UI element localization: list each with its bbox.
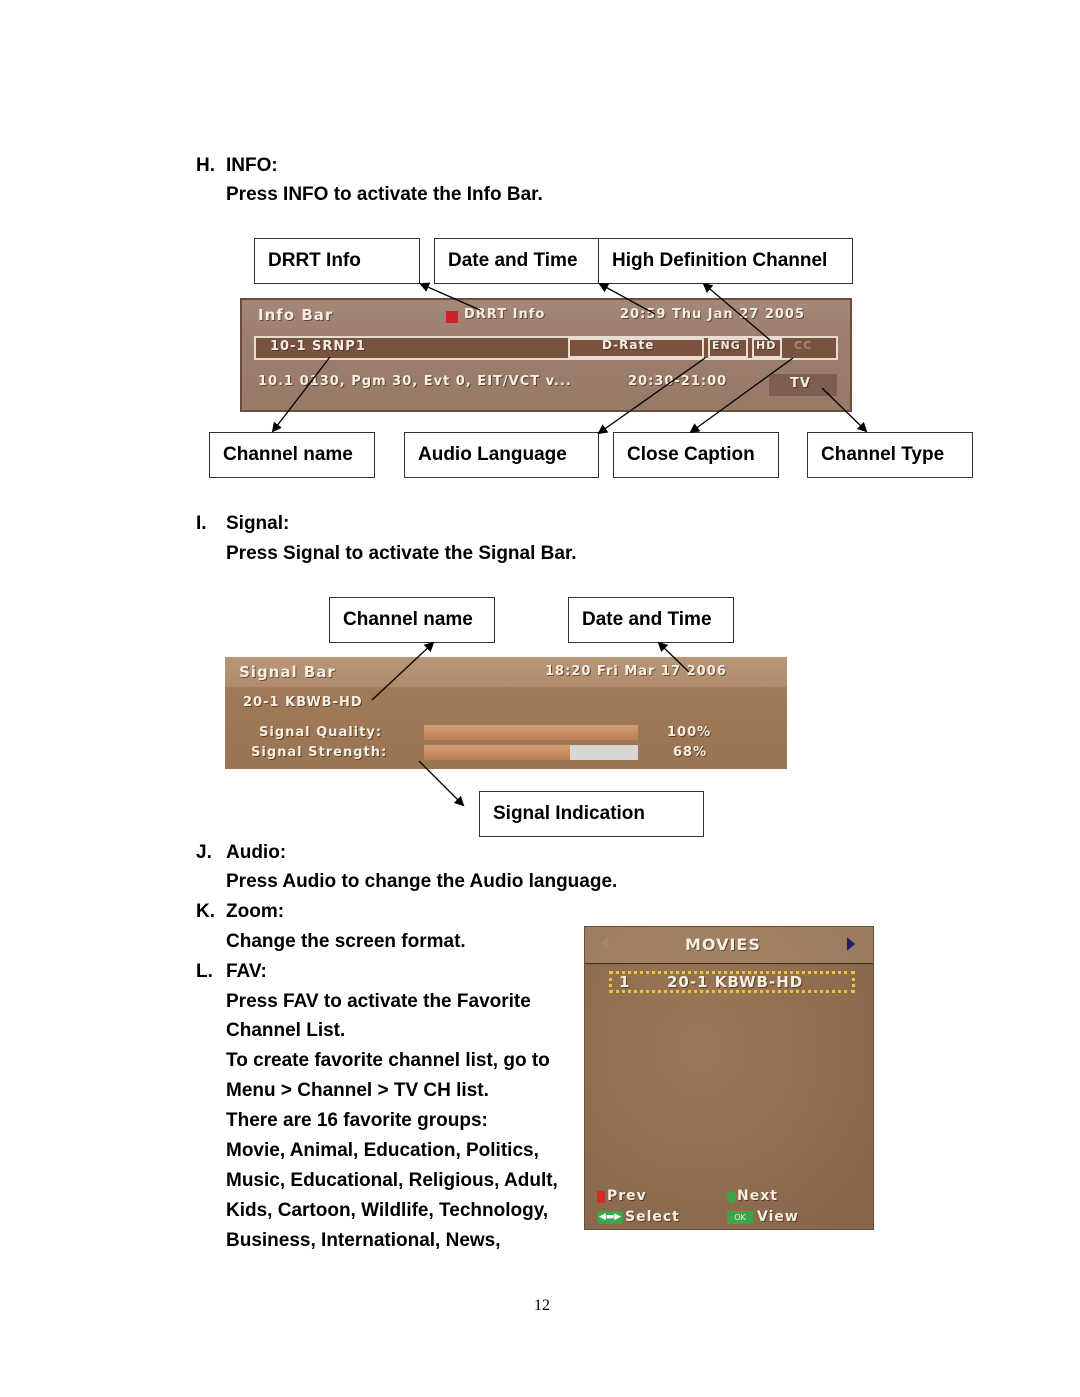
red-key-icon [597, 1191, 605, 1203]
fav-line: Menu > Channel > TV CH list. [226, 1080, 489, 1101]
signal-strength-label: Signal Strength: [251, 745, 388, 760]
fav-item-index: 1 [619, 973, 631, 991]
info-datetime: 20:59 Thu Jan 27 2005 [620, 307, 805, 322]
fav-line: To create favorite channel list, go to [226, 1050, 550, 1071]
section-h-letter: H. [196, 155, 215, 176]
fav-group-title: MOVIES [685, 935, 761, 954]
info-time-range: 20:30-21:00 [628, 374, 728, 389]
right-arrow-icon[interactable] [847, 937, 855, 951]
fav-line: Movie, Animal, Education, Politics, [226, 1140, 539, 1161]
callout-close-caption: Close Caption [613, 432, 779, 478]
fav-next[interactable]: Next [737, 1188, 778, 1204]
navigate-key-icon: ◀▬▶ [597, 1211, 623, 1224]
info-cc: CC [794, 339, 813, 352]
info-audio-language: ENG [712, 339, 741, 352]
fav-line: Music, Educational, Religious, Adult, [226, 1170, 558, 1191]
section-j-instruction: Press Audio to change the Audio language… [226, 871, 618, 892]
callout-channel-name: Channel name [209, 432, 375, 478]
page-number: 12 [534, 1297, 550, 1314]
callout-signal-date-time: Date and Time [568, 597, 734, 643]
callout-audio-language: Audio Language [404, 432, 599, 478]
callout-label: Channel Type [821, 444, 945, 465]
signal-strength-bar [424, 745, 638, 760]
callout-label: Channel name [223, 444, 353, 465]
ok-key-icon: OK [727, 1211, 753, 1224]
info-bar-title: Info Bar [258, 306, 334, 324]
fav-line: Kids, Cartoon, Wildlife, Technology, [226, 1200, 549, 1221]
fav-line: Channel List. [226, 1020, 346, 1041]
callout-drrt-info: DRRT Info [254, 238, 420, 284]
signal-datetime: 18:20 Fri Mar 17 2006 [545, 664, 727, 679]
left-arrow-icon[interactable] [601, 937, 608, 949]
callout-label: High Definition Channel [612, 250, 828, 271]
callout-label: Signal Indication [493, 803, 646, 824]
signal-quality-bar [424, 725, 638, 740]
signal-bar-title: Signal Bar [239, 663, 336, 681]
fav-line: Press FAV to activate the Favorite [226, 991, 531, 1012]
section-i-letter: I. [196, 513, 207, 534]
callout-signal-indication: Signal Indication [479, 791, 704, 837]
fav-panel: MOVIES 1 20-1 KBWB-HD Prev Next ◀▬▶ Sele… [584, 926, 874, 1230]
section-j-heading: Audio: [226, 842, 287, 863]
callout-label: Channel name [343, 609, 473, 630]
green-key-icon [727, 1191, 736, 1203]
section-i-heading: Signal: [226, 513, 290, 534]
section-j-letter: J. [196, 842, 212, 863]
callout-signal-channel-name: Channel name [329, 597, 495, 643]
signal-strength-fill [424, 745, 570, 760]
signal-channel-name: 20-1 KBWB-HD [243, 695, 363, 710]
section-i-instruction: Press Signal to activate the Signal Bar. [226, 543, 577, 564]
fav-item-channel: 20-1 KBWB-HD [667, 973, 804, 991]
section-k-letter: K. [196, 901, 215, 922]
info-bar-panel: Info Bar DRRT Info 20:59 Thu Jan 27 2005… [240, 298, 852, 412]
section-k-instruction: Change the screen format. [226, 931, 466, 952]
section-k-heading: Zoom: [226, 901, 285, 922]
section-h-heading: INFO: [226, 155, 278, 176]
fav-select[interactable]: Select [625, 1209, 680, 1225]
callout-label: Date and Time [582, 609, 712, 630]
info-hd: HD [756, 339, 777, 352]
signal-quality-fill [424, 725, 638, 740]
section-h-instruction: Press INFO to activate the Info Bar. [226, 184, 543, 205]
drrt-marker-icon [446, 311, 458, 323]
signal-quality-label: Signal Quality: [259, 725, 383, 740]
callout-date-time: Date and Time [434, 238, 600, 284]
drrt-label: DRRT Info [464, 307, 546, 322]
callout-label: Audio Language [418, 444, 567, 465]
signal-strength-value: 68% [673, 745, 708, 760]
signal-bar-panel: Signal Bar 18:20 Fri Mar 17 2006 20-1 KB… [225, 657, 787, 769]
section-l-heading: FAV: [226, 961, 267, 982]
info-channel-name: 10-1 SRNP1 [270, 339, 366, 354]
fav-prev[interactable]: Prev [607, 1188, 647, 1204]
callout-label: DRRT Info [268, 250, 361, 271]
callout-label: Close Caption [627, 444, 755, 465]
callout-hd-channel: High Definition Channel [598, 238, 853, 284]
fav-line: Business, International, News, [226, 1230, 501, 1251]
fav-line: There are 16 favorite groups: [226, 1110, 488, 1131]
section-l-letter: L. [196, 961, 213, 982]
info-channel-type: TV [790, 376, 811, 391]
info-program-info: 10.1 0130, Pgm 30, Evt 0, EIT/VCT v... [258, 374, 572, 389]
callout-label: Date and Time [448, 250, 578, 271]
callout-channel-type: Channel Type [807, 432, 973, 478]
signal-quality-value: 100% [667, 725, 712, 740]
info-rating: D-Rate [602, 338, 655, 352]
fav-view[interactable]: View [757, 1209, 799, 1225]
